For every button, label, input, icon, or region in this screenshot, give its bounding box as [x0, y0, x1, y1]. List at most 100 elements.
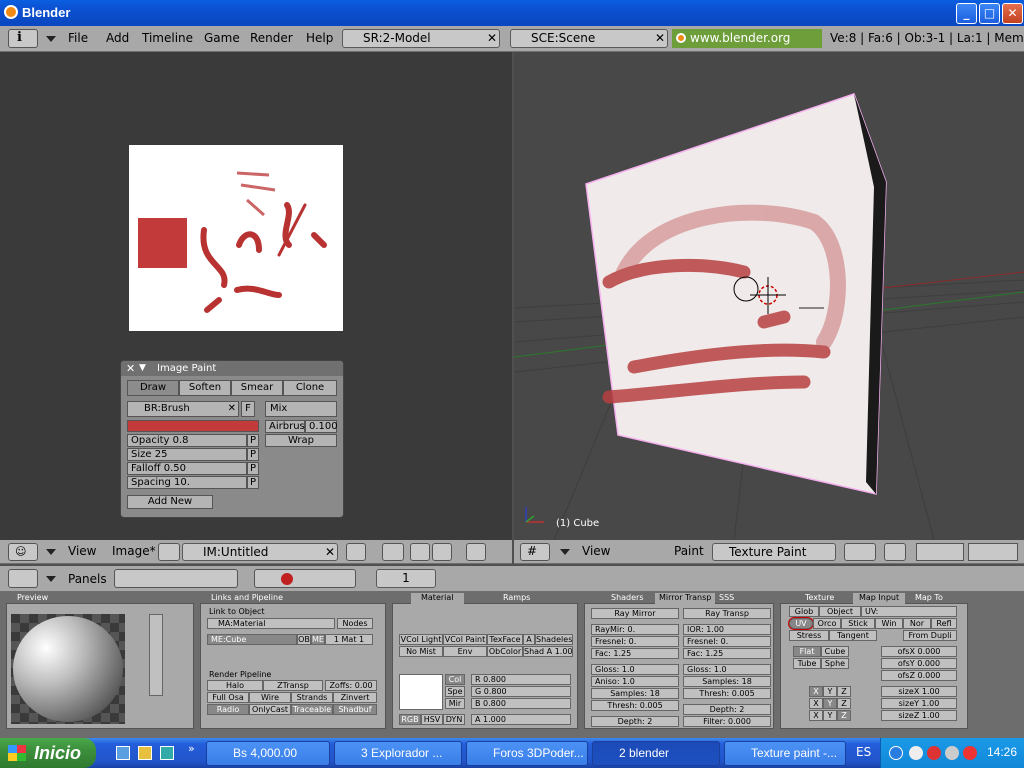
falloff-slider[interactable]: Falloff 0.50 — [127, 462, 247, 475]
airbrush-rate-field[interactable]: 0.100 — [305, 420, 338, 433]
clock[interactable]: 14:26 — [987, 745, 1017, 759]
proj-z-row2[interactable]: Z — [837, 698, 851, 709]
ofsz-field[interactable]: ofsZ 0.000 — [881, 670, 957, 681]
radio-toggle[interactable]: Radio — [207, 704, 249, 715]
menu-image[interactable]: Image* — [112, 544, 156, 558]
context-icons-group-2[interactable] — [254, 569, 356, 588]
shadeless-toggle[interactable]: Shadeless — [535, 634, 573, 645]
task-calculator[interactable]: Bs 4,000.00 — [206, 741, 330, 766]
quicklaunch-icon[interactable] — [138, 746, 152, 760]
alpha-slider[interactable]: A 1.000 — [471, 714, 571, 725]
proj-x-row3[interactable]: X — [809, 710, 823, 721]
blue-slider[interactable]: B 0.800 — [471, 698, 571, 709]
tab-shaders[interactable]: Shaders — [601, 593, 644, 604]
brush-color-swatch[interactable] — [127, 420, 259, 432]
object-toggle[interactable]: Object — [819, 606, 861, 617]
menu-file[interactable]: File — [68, 31, 88, 45]
language-indicator[interactable]: ES — [856, 745, 871, 759]
screen-delete-icon[interactable]: ✕ — [487, 30, 497, 47]
minimize-button[interactable]: _ — [956, 3, 977, 24]
window-titlebar[interactable]: Blender _ □ ✕ — [0, 0, 1024, 26]
ior-slider[interactable]: IOR: 1.00 — [683, 624, 771, 635]
hsv-mode-button[interactable]: HSV — [421, 714, 443, 725]
airbrush-toggle[interactable]: Airbrus — [265, 420, 305, 433]
wire-toggle[interactable]: Wire — [249, 692, 291, 703]
close-button[interactable]: ✕ — [1002, 3, 1023, 24]
window-type-3d-icon[interactable]: # — [520, 543, 550, 561]
aniso-slider[interactable]: Aniso: 1.0 — [591, 676, 679, 687]
shadbuf-toggle[interactable]: Shadbuf — [333, 704, 377, 715]
transp-thresh-field[interactable]: Thresh: 0.005 — [683, 688, 771, 699]
stick-toggle[interactable]: Stick — [841, 618, 875, 629]
task-texture-paint[interactable]: Texture paint -... — [724, 741, 846, 766]
tray-arrow-icon[interactable] — [889, 746, 903, 760]
mirror-depth-field[interactable]: Depth: 2 — [591, 716, 679, 727]
image-paint-panel-header[interactable]: ✕ ▼ Image Paint — [121, 361, 343, 376]
proj-y-row1[interactable]: Y — [823, 686, 837, 697]
proj-y-row2[interactable]: Y — [823, 698, 837, 709]
3d-viewport[interactable]: (1) Cube — [513, 52, 1024, 541]
tab-ramps[interactable]: Ramps — [493, 593, 530, 604]
window-type-buttons-icon[interactable] — [8, 569, 38, 588]
tool-clone-button[interactable]: Clone — [283, 380, 337, 396]
blender-url-banner[interactable]: www.blender.org 249.2 — [672, 29, 822, 64]
ray-transp-toggle[interactable]: Ray Transp — [683, 608, 771, 619]
tab-map-input[interactable]: Map Input — [853, 593, 906, 604]
flat-mapping-button[interactable]: Flat — [793, 646, 821, 657]
material-selector[interactable]: MA:Material — [207, 618, 335, 629]
window-type-info-icon[interactable]: i — [8, 29, 38, 48]
paint-brush-toggle-icon[interactable] — [158, 543, 180, 561]
glob-toggle[interactable]: Glob — [789, 606, 819, 617]
screen-selector[interactable]: SR:2-Model ✕ — [342, 29, 500, 48]
show-desktop-icon[interactable] — [116, 746, 130, 760]
blend-mode-dropdown[interactable]: Mix — [265, 401, 337, 417]
green-slider[interactable]: G 0.800 — [471, 686, 571, 697]
tab-sss[interactable]: SSS — [709, 593, 734, 604]
mirror-gloss-slider[interactable]: Gloss: 1.0 — [591, 664, 679, 675]
lock-icon[interactable] — [466, 543, 486, 561]
proj-z-row1[interactable]: Z — [837, 686, 851, 697]
mesh-link-field[interactable]: ME:Cube — [207, 634, 297, 645]
vcol-light-toggle[interactable]: VCol Light — [399, 634, 443, 645]
draw-type-icon[interactable] — [844, 543, 876, 561]
tab-material[interactable]: Material — [411, 593, 464, 604]
task-blender[interactable]: 2 blender — [592, 741, 720, 766]
mirror-thresh-field[interactable]: Thresh: 0.005 — [591, 700, 679, 711]
close-panel-icon[interactable]: ✕ — [126, 361, 135, 376]
uv-sync-icon[interactable] — [410, 543, 430, 561]
transp-fresnel-slider[interactable]: Fresnel: 0. — [683, 636, 771, 647]
transp-samples-field[interactable]: Samples: 18 — [683, 676, 771, 687]
texface-toggle[interactable]: TexFace — [487, 634, 523, 645]
spacing-pressure-button[interactable]: P — [247, 476, 259, 489]
more-quicklaunch-icon[interactable]: » — [188, 742, 195, 755]
task-firefox[interactable]: Foros 3DPoder... — [466, 741, 588, 766]
transp-gloss-slider[interactable]: Gloss: 1.0 — [683, 664, 771, 675]
material-index-field[interactable]: 1 Mat 1 — [325, 634, 373, 645]
sizez-field[interactable]: sizeZ 1.00 — [881, 710, 957, 721]
tab-texture[interactable]: Texture — [795, 593, 834, 604]
falloff-pressure-button[interactable]: P — [247, 462, 259, 475]
proj-x-row1[interactable]: X — [809, 686, 823, 697]
zoffs-field[interactable]: Zoffs: 0.00 — [325, 680, 377, 691]
sizex-field[interactable]: sizeX 1.00 — [881, 686, 957, 697]
material-icon[interactable] — [281, 573, 293, 585]
opacity-slider[interactable]: Opacity 0.8 — [127, 434, 247, 447]
collapse-panel-icon[interactable]: ▼ — [139, 361, 146, 376]
tray-antivirus-icon[interactable] — [927, 746, 941, 760]
mirror-fresnel-slider[interactable]: Fresnel: 0. — [591, 636, 679, 647]
stress-toggle[interactable]: Stress — [789, 630, 829, 641]
menu-paint[interactable]: Paint — [674, 544, 704, 558]
from-dupli-toggle[interactable]: From Dupli — [903, 630, 957, 641]
ofsy-field[interactable]: ofsY 0.000 — [881, 658, 957, 669]
menu-timeline[interactable]: Timeline — [142, 31, 193, 45]
spacing-slider[interactable]: Spacing 10. — [127, 476, 247, 489]
menu-panels[interactable]: Panels — [68, 572, 107, 586]
mode-dropdown[interactable]: Texture Paint — [712, 543, 836, 561]
scene-delete-icon[interactable]: ✕ — [655, 30, 665, 47]
zinvert-toggle[interactable]: Zinvert — [333, 692, 377, 703]
brush-selector[interactable]: BR:Brush ✕ — [127, 401, 239, 417]
size-slider[interactable]: Size 25 — [127, 448, 247, 461]
no-mist-toggle[interactable]: No Mist — [399, 646, 443, 657]
tab-map-to[interactable]: Map To — [905, 593, 943, 604]
proj-y-row3[interactable]: Y — [823, 710, 837, 721]
